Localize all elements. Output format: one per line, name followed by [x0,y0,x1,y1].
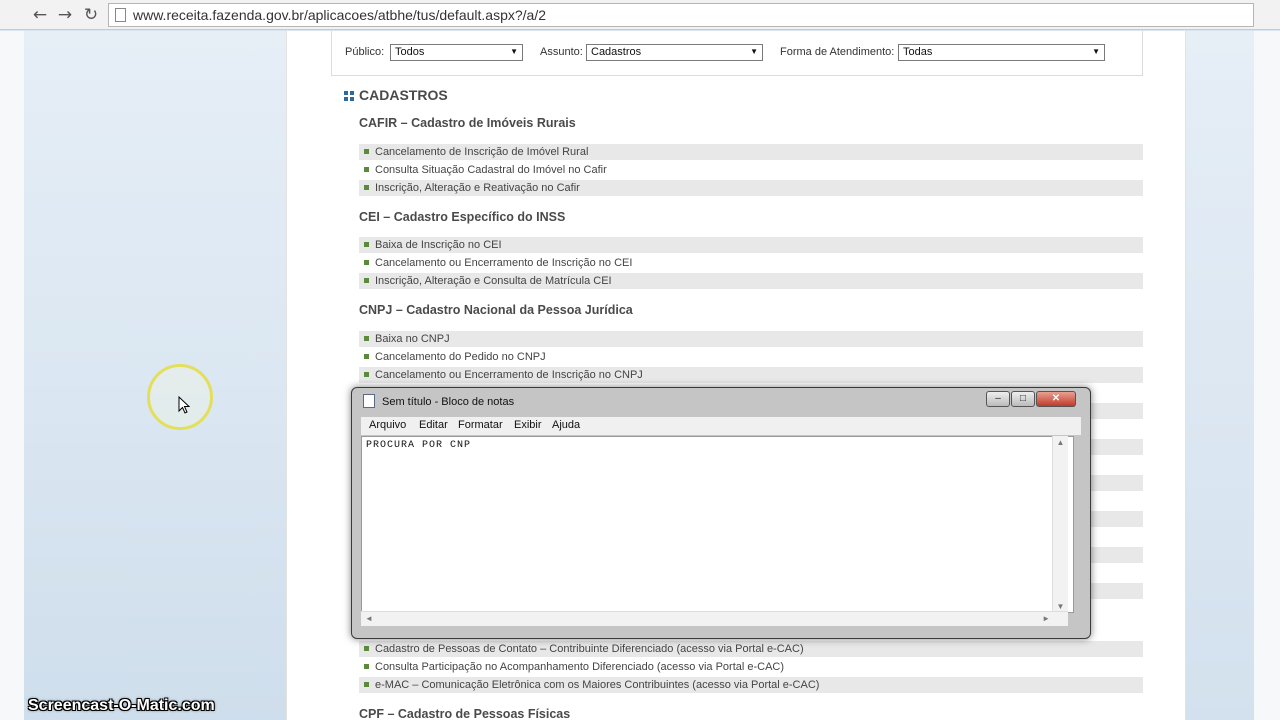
category-title: CEI – Cadastro Específico do INSS [359,210,566,224]
list-item-label: Cancelamento ou Encerramento de Inscriçã… [375,257,633,269]
maximize-button[interactable]: □ [1011,391,1035,407]
list-item-label: Consulta Participação no Acompanhamento … [375,661,785,673]
publico-select[interactable]: Todos ▼ [390,44,523,61]
scroll-right-icon[interactable]: ► [1042,614,1050,623]
chevron-down-icon: ▼ [1092,47,1100,56]
menu-item-editar[interactable]: Editar [419,419,448,431]
list-item[interactable]: Cancelamento de Inscrição de Imóvel Rura… [359,144,1143,160]
forward-icon[interactable]: → [54,4,76,26]
assunto-select[interactable]: Cadastros ▼ [586,44,763,61]
category-title: CNPJ – Cadastro Nacional da Pessoa Juríd… [359,303,633,317]
notepad-text: PROCURA POR CNP [366,440,472,451]
menu-item-exibir[interactable]: Exibir [514,419,542,431]
menu-item-formatar[interactable]: Formatar [458,419,503,431]
list-item-label: Inscrição, Alteração e Consulta de Matrí… [375,275,612,287]
list-item-label: Baixa de Inscrição no CEI [375,239,502,251]
minimize-button[interactable]: – [986,391,1010,407]
notepad-text-area[interactable]: PROCURA POR CNP [361,436,1074,613]
chevron-down-icon: ▼ [750,47,758,56]
section-title: CADASTROS [359,87,448,103]
category-title: CPF – Cadastro de Pessoas Físicas [359,707,571,720]
list-item-label: Consulta Situação Cadastral do Imóvel no… [375,164,607,176]
list-item-label: e-MAC – Comunicação Eletrônica com os Ma… [375,679,820,691]
publico-label: Público: [345,46,385,58]
scroll-down-icon[interactable]: ▼ [1053,602,1068,611]
list-item-label: Baixa no CNPJ [375,333,450,345]
list-item[interactable]: e-MAC – Comunicação Eletrônica com os Ma… [359,677,1143,693]
notepad-title: Sem título - Bloco de notas [382,396,515,408]
mouse-pointer-icon [178,396,190,414]
address-bar[interactable]: www.receita.fazenda.gov.br/aplicacoes/at… [108,3,1254,27]
page-edge-left [0,31,24,720]
horizontal-scrollbar[interactable]: ◄ ► [361,611,1068,626]
back-icon[interactable]: ← [29,4,51,26]
list-item[interactable]: Inscrição, Alteração e Consulta de Matrí… [359,273,1143,289]
close-button[interactable]: ✕ [1036,391,1076,407]
category-title: CAFIR – Cadastro de Imóveis Rurais [359,116,576,130]
list-item[interactable]: Cancelamento do Pedido no CNPJ [359,349,1143,365]
publico-value: Todos [395,46,425,58]
list-item-label: Inscrição, Alteração e Reativação no Caf… [375,182,580,194]
forma-label: Forma de Atendimento: [780,46,895,58]
assunto-label: Assunto: [540,46,583,58]
page-icon [115,8,126,22]
list-item[interactable]: Cancelamento ou Encerramento de Inscriçã… [359,255,1143,271]
scroll-up-icon[interactable]: ▲ [1053,438,1068,447]
assunto-value: Cadastros [591,46,642,58]
list-item[interactable]: Baixa de Inscrição no CEI [359,237,1143,253]
list-item[interactable]: Baixa no CNPJ [359,331,1143,347]
vertical-scrollbar[interactable]: ▲ ▼ [1052,436,1068,613]
section-grid-icon [344,91,355,102]
menu-item-ajuda[interactable]: Ajuda [552,419,580,431]
chevron-down-icon: ▼ [510,47,518,56]
reload-icon[interactable]: ↻ [80,4,102,26]
forma-select[interactable]: Todas ▼ [898,44,1105,61]
list-item-label: Cancelamento ou Encerramento de Inscriçã… [375,369,643,381]
notepad-icon [363,394,375,408]
watermark: Screencast-O-Matic.com [28,697,215,714]
address-url: www.receita.fazenda.gov.br/aplicacoes/at… [133,7,546,23]
page-edge-right [1254,31,1280,720]
menu-item-arquivo[interactable]: Arquivo [369,419,406,431]
page-side-right [1186,31,1254,720]
scroll-left-icon[interactable]: ◄ [365,614,373,623]
list-item[interactable]: Consulta Participação no Acompanhamento … [359,659,1143,675]
list-item-label: Cancelamento de Inscrição de Imóvel Rura… [375,146,589,158]
list-item[interactable]: Cadastro de Pessoas de Contato – Contrib… [359,641,1143,657]
notepad-menu-bar: Arquivo Editar Formatar Exibir Ajuda [361,417,1081,435]
filter-box: Público: Todos ▼ Assunto: Cadastros ▼ Fo… [331,31,1143,76]
list-item[interactable]: Consulta Situação Cadastral do Imóvel no… [359,162,1143,178]
forma-value: Todas [903,46,933,58]
list-item-label: Cadastro de Pessoas de Contato – Contrib… [375,643,804,655]
list-item[interactable]: Cancelamento ou Encerramento de Inscriçã… [359,367,1143,383]
browser-toolbar: ← → ↻ www.receita.fazenda.gov.br/aplicac… [0,0,1280,30]
list-item-label: Cancelamento do Pedido no CNPJ [375,351,546,363]
list-item[interactable]: Inscrição, Alteração e Reativação no Caf… [359,180,1143,196]
notepad-window: Sem título - Bloco de notas – □ ✕ Arquiv… [351,387,1091,639]
